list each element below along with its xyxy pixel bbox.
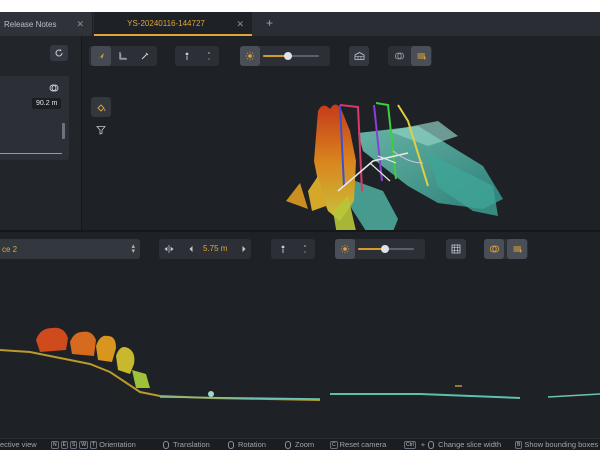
perspective-hint: ective view	[0, 440, 37, 449]
slice-selector-label: ce 2	[2, 244, 18, 254]
layers-toggle-button[interactable]	[484, 239, 504, 259]
rotation-hint: Rotation	[228, 440, 266, 449]
slice-view[interactable]: ce 2 ▴ ▾ 5.75 m	[0, 232, 600, 438]
slice-width-value: 5.75 m	[203, 244, 228, 253]
picker-tool-button[interactable]	[135, 46, 155, 66]
reset-camera-hint: C Reset camera	[330, 440, 386, 449]
layers-icon	[489, 245, 499, 253]
point-size-icon	[185, 52, 189, 60]
layers-icon[interactable]	[49, 83, 59, 93]
point-cloud-3d	[286, 102, 503, 241]
chevron-updown-icon: ▴ ▾	[131, 243, 135, 255]
left-panel: 90.2 m	[0, 36, 82, 230]
stack-icon	[513, 246, 522, 253]
paint-icon	[96, 103, 105, 112]
resize-handle[interactable]	[62, 123, 65, 139]
select-tool-button[interactable]	[91, 46, 111, 66]
mouse-right-icon	[228, 440, 234, 449]
translation-label: Translation	[173, 440, 210, 449]
key-b: B	[515, 440, 523, 449]
cursor-icon	[98, 53, 104, 59]
key-c: C	[330, 440, 338, 449]
brightness-button[interactable]	[335, 239, 355, 259]
layers-icon	[394, 52, 404, 60]
plus-sign: +	[420, 440, 426, 449]
stack-toggle-button[interactable]	[411, 46, 431, 66]
brightness-button[interactable]	[240, 46, 260, 66]
slice-width-hint: Ctrl + Change slice width	[404, 440, 501, 449]
translation-hint: Translation	[163, 440, 210, 449]
refresh-icon	[55, 49, 63, 57]
profile-minimap[interactable]: 90.2 m	[0, 76, 69, 160]
stack-icon	[417, 53, 426, 60]
point-size-icon	[281, 245, 285, 253]
tab-bar: Release Notes ✕ YS-20240116-144727 ✕ +	[0, 12, 600, 36]
brightness-slider[interactable]	[263, 46, 325, 66]
grid-icon	[451, 244, 461, 254]
key-w: W	[79, 440, 89, 449]
point-size-button[interactable]	[273, 239, 293, 259]
refresh-button[interactable]	[50, 45, 68, 61]
zoom-hint: Zoom	[285, 440, 314, 449]
app-window: Release Notes ✕ YS-20240116-144727 ✕ + 9…	[0, 12, 600, 450]
stepper-icon	[208, 52, 210, 60]
pipette-icon	[141, 52, 149, 60]
point-size-stepper[interactable]	[199, 46, 219, 66]
close-icon[interactable]: ✕	[236, 19, 244, 29]
profile-line	[0, 153, 62, 154]
color-tool-button[interactable]	[91, 97, 111, 117]
stepper-icon	[304, 245, 306, 253]
tab-label: YS-20240116-144727	[127, 18, 205, 28]
increase-width-button[interactable]	[241, 245, 247, 253]
tab-release-notes[interactable]: Release Notes ✕	[0, 12, 93, 36]
bounding-boxes-label: Show bounding boxes	[524, 440, 599, 449]
key-t: T	[90, 440, 98, 449]
brightness-slider[interactable]	[358, 239, 420, 259]
slice-width-label: Change slice width	[438, 440, 502, 449]
point-size-stepper[interactable]	[295, 239, 315, 259]
point-size-button[interactable]	[177, 46, 197, 66]
bounding-box-button[interactable]	[349, 46, 369, 66]
close-icon[interactable]: ✕	[76, 19, 84, 29]
zoom-label: Zoom	[295, 440, 315, 449]
filter-button[interactable]	[91, 120, 111, 140]
key-n: N	[51, 440, 59, 449]
status-bar: ective view N E S W T Orientation Transl…	[0, 438, 600, 450]
key-s: S	[69, 440, 78, 449]
orientation-label: Orientation	[99, 440, 136, 449]
tab-project[interactable]: YS-20240116-144727 ✕	[94, 12, 252, 36]
ruler-icon	[119, 52, 127, 60]
slider-knob[interactable]	[284, 52, 292, 60]
mouse-wheel-icon	[428, 440, 435, 449]
decrease-width-button[interactable]	[188, 245, 194, 253]
stack-toggle-button[interactable]	[507, 239, 527, 259]
add-tab-button[interactable]: +	[266, 16, 273, 30]
filter-icon	[96, 126, 106, 135]
grid-button[interactable]	[446, 239, 466, 259]
bounding-boxes-hint: B Show bounding boxes	[515, 440, 598, 449]
width-icon	[164, 245, 174, 253]
bounding-box-icon	[354, 52, 364, 60]
slice-width-control: 5.75 m	[159, 239, 251, 259]
layers-toggle-button[interactable]	[389, 46, 409, 66]
key-e: E	[60, 440, 68, 449]
tab-label: Release Notes	[4, 19, 57, 29]
rotation-label: Rotation	[238, 440, 266, 449]
measure-tool-button[interactable]	[113, 46, 133, 66]
mouse-wheel-icon	[285, 440, 291, 449]
3d-view[interactable]	[83, 36, 600, 241]
mouse-left-icon	[163, 440, 169, 449]
orientation-hint: N E S W T Orientation	[51, 440, 136, 449]
slice-selector[interactable]: ce 2 ▴ ▾	[0, 239, 140, 259]
key-ctrl: Ctrl	[404, 440, 416, 449]
slice-profile	[0, 327, 600, 401]
slider-knob[interactable]	[381, 245, 389, 253]
sun-icon	[245, 51, 255, 61]
reset-camera-label: Reset camera	[339, 440, 387, 449]
distance-readout: 90.2 m	[32, 98, 62, 109]
sun-icon	[340, 244, 350, 254]
